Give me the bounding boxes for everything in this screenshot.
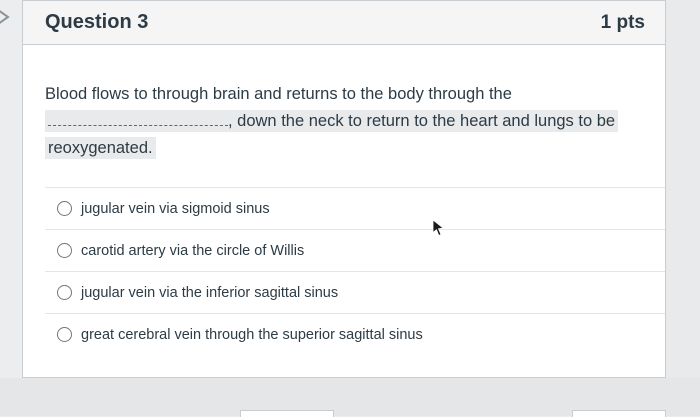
- stem-text-3: reoxygenated.: [45, 137, 156, 159]
- stem-highlight: , down the neck to return to the heart a…: [45, 110, 619, 132]
- fill-in-blank: [48, 111, 228, 126]
- question-header: Question 3 1 pts: [23, 1, 665, 45]
- answer-label: great cerebral vein through the superior…: [81, 326, 423, 343]
- answer-list: jugular vein via sigmoid sinus carotid a…: [45, 187, 665, 355]
- mouse-pointer-icon: [432, 219, 444, 237]
- answer-option[interactable]: jugular vein via sigmoid sinus: [45, 187, 665, 229]
- background-edge: [666, 0, 700, 378]
- radio-unchecked-icon[interactable]: [57, 327, 72, 342]
- question-title: Question 3: [45, 11, 149, 33]
- answer-label: jugular vein via sigmoid sinus: [81, 200, 270, 217]
- answer-option[interactable]: great cerebral vein through the superior…: [45, 313, 665, 355]
- radio-unchecked-icon[interactable]: [57, 243, 72, 258]
- answer-option[interactable]: carotid artery via the circle of Willis: [45, 229, 665, 271]
- chevron-right-icon[interactable]: [0, 8, 14, 26]
- radio-unchecked-icon[interactable]: [57, 201, 72, 216]
- answer-label: carotid artery via the circle of Willis: [81, 242, 305, 259]
- question-stem: Blood flows to through brain and returns…: [45, 81, 645, 162]
- radio-unchecked-icon[interactable]: [57, 285, 72, 300]
- stem-text-1: Blood flows to through brain and returns…: [45, 85, 512, 103]
- question-card: Question 3 1 pts Blood flows to through …: [22, 0, 666, 378]
- answer-option[interactable]: jugular vein via the inferior sagittal s…: [45, 271, 665, 313]
- stem-text-2: , down the neck to return to the heart a…: [228, 112, 616, 130]
- question-points: 1 pts: [600, 11, 645, 33]
- answer-label: jugular vein via the inferior sagittal s…: [81, 284, 339, 301]
